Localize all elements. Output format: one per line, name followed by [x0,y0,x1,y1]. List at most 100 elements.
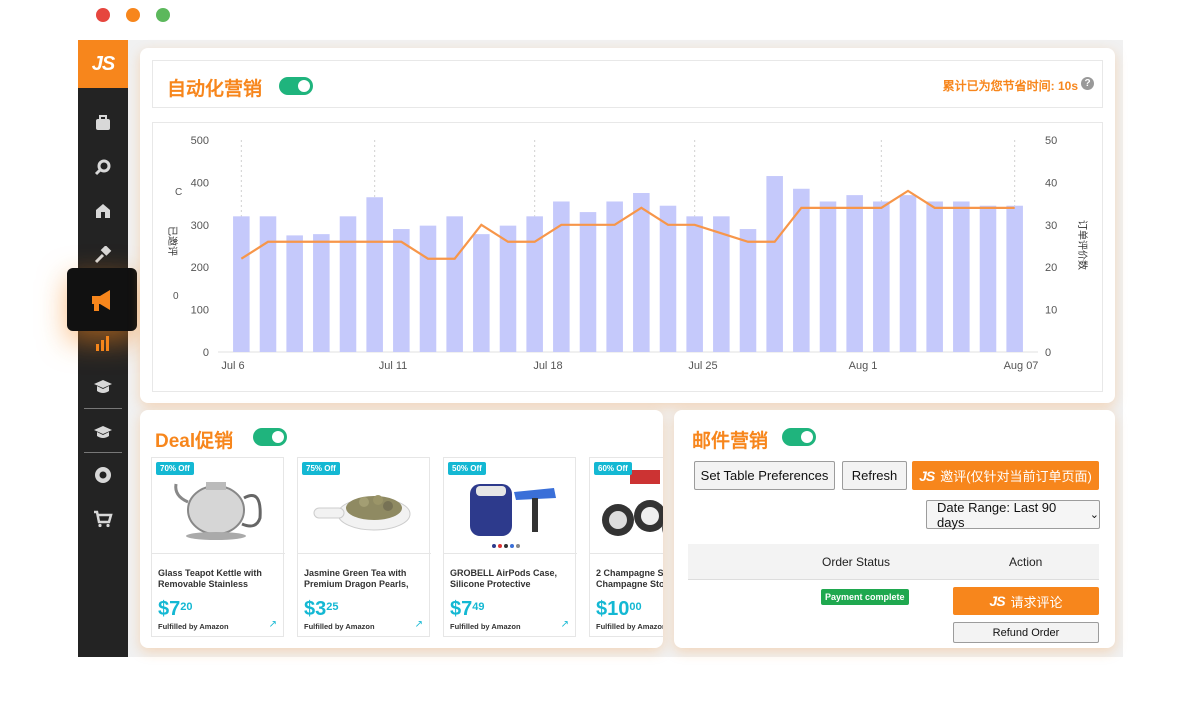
request-review-label: 请求评论 [1010,594,1063,610]
fulfilled-text: Fulfilled by Amazon [304,622,375,631]
product-card[interactable]: 50% Off GROBELL AirPods Case, Silicone P… [443,457,577,637]
search-icon[interactable] [78,152,128,182]
bar [873,201,890,352]
megaphone-icon [92,289,110,311]
product-name: Jasmine Green Tea with Premium Dragon Pe… [304,568,409,589]
bar [286,235,303,352]
briefcase-icon[interactable] [78,108,128,138]
bar [713,216,730,352]
x-tick-label: Aug 1 [849,360,878,372]
discount-badge: 70% Off [156,462,194,475]
line-series [240,189,1015,260]
bar [793,188,810,352]
external-link-icon[interactable]: ↗ [269,619,277,630]
sidebar: JS [78,40,128,657]
bar [1006,205,1023,352]
y-tick-label: 200 [191,262,209,274]
email-card: 邮件营销 Set Table Preferences Refresh JS 邀评… [674,410,1115,648]
bar [686,216,703,352]
y-tick-label: 300 [191,220,209,232]
bar [633,193,650,352]
bar [659,205,677,352]
graduation-cap-icon[interactable] [78,372,128,402]
set-table-preferences-button[interactable]: Set Table Preferences [694,461,835,490]
bar [899,195,917,352]
bar [473,234,490,352]
close-dot[interactable] [96,8,110,22]
fulfilled-text: Fulfilled by Amazon [596,622,663,631]
y2-tick-label: 50 [1045,135,1057,147]
x-tick-label: Jul 6 [221,360,244,372]
automation-card: 自动化营销 累计已为您节省时间: 10s ? 500 400 300 200 100 0 5… [140,48,1115,403]
saved-time-text: 累计已为您节省时间: 10s [942,79,1078,93]
window-controls [96,8,170,22]
maximize-dot[interactable] [156,8,170,22]
x-tick-label: Jul 11 [379,360,408,372]
bar-chart-icon[interactable] [78,328,128,358]
hammer-icon[interactable] [78,240,128,270]
y-tick-label: 400 [191,177,209,189]
external-link-icon[interactable]: ↗ [561,619,569,630]
request-review-button[interactable]: JS 请求评论 [953,587,1099,615]
invite-review-label: 邀评(仅针对当前订单页面) [940,469,1092,484]
bar [499,225,517,352]
bar [979,205,997,352]
y2-tick-label: 30 [1045,220,1057,232]
product-card[interactable]: 60% Off 2 Champagne Stoppers, Champagne … [589,457,663,637]
automation-header: 自动化营销 累计已为您节省时间: 10s ? [152,60,1103,108]
refresh-button[interactable]: Refresh [842,461,907,490]
bar [739,229,757,352]
y-axis-fragment: 0 [173,291,179,302]
bar [766,176,783,352]
deal-title: Deal促销 [155,431,234,452]
graduation-cap-2-icon[interactable] [78,418,128,448]
bar [366,197,383,352]
x-tick-label: Jul 18 [533,360,562,372]
product-price: $1000 [596,598,642,620]
y2-axis-label: 订单评价数 [1076,220,1089,270]
store-icon[interactable] [78,196,128,226]
email-toggle[interactable] [782,428,816,446]
invites-chart: 500400300200100050403020100Jul 6 Jul 11 Ju… [166,135,1089,372]
deal-toggle[interactable] [253,428,287,446]
date-range-select[interactable]: Date Range: Last 90 days ⌄ [926,500,1100,530]
automation-toggle[interactable] [279,77,313,95]
cart-icon[interactable] [78,504,128,534]
help-icon[interactable]: ? [1081,77,1094,90]
chevron-down-icon: ⌄ [1089,509,1099,521]
y-tick-label: 500 [191,135,209,147]
email-title: 邮件营销 [692,431,769,452]
deal-card: Deal促销 70% Off Glass Teapot Kettle with … [140,410,663,648]
bar [926,201,943,352]
column-action: Action [1009,555,1043,569]
y-tick-label: 100 [191,305,209,317]
x-tick-label: Jul 25 [688,360,717,372]
product-name: Glass Teapot Kettle with Removable Stain… [158,568,262,589]
refund-order-button[interactable]: Refund Order [953,622,1099,643]
bar [819,201,837,352]
status-badge: Payment complete [821,589,909,605]
sidebar-divider [84,408,122,409]
bar [233,216,250,352]
invite-review-button[interactable]: JS 邀评(仅针对当前订单页面) [912,461,1099,490]
y-axis-fragment: C [175,187,182,198]
bar [393,229,410,352]
discount-badge: 60% Off [594,462,632,475]
sidebar-item-marketing[interactable] [67,268,137,331]
bar [526,216,543,352]
chrome-icon[interactable] [78,460,128,490]
sidebar-divider [84,452,122,453]
product-card[interactable]: 75% Off Jasmine Green Tea with Premium D… [297,457,431,637]
product-price: $720 [158,598,193,620]
product-name: 2 Champagne Stoppers, Champagne Stoppers [596,568,663,589]
product-name: GROBELL AirPods Case, Silicone Protectiv… [450,568,558,589]
minimize-dot[interactable] [126,8,140,22]
y2-tick-label: 20 [1045,262,1057,274]
product-card[interactable]: 70% Off Glass Teapot Kettle with Removab… [151,457,285,637]
discount-badge: 50% Off [448,462,486,475]
y2-tick-label: 0 [1045,347,1051,359]
external-link-icon[interactable]: ↗ [415,619,423,630]
js-logo[interactable]: JS [78,40,128,88]
fulfilled-text: Fulfilled by Amazon [450,622,521,631]
bar [339,216,357,352]
